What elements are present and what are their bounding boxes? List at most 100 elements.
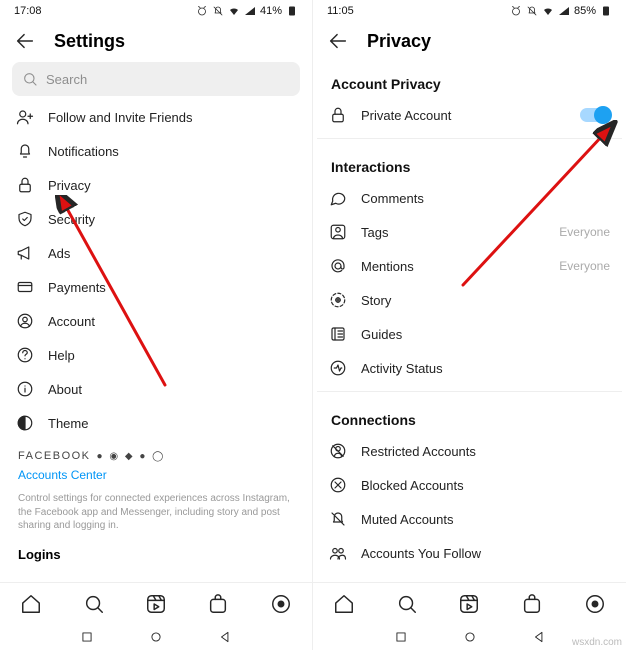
list-label: Privacy [48, 178, 296, 193]
private-account-row[interactable]: Private Account [317, 98, 622, 132]
privacy-item-story[interactable]: Story [317, 283, 622, 317]
settings-item-security[interactable]: Security [4, 202, 308, 236]
list-label: Blocked Accounts [361, 478, 610, 493]
accounts-center-link[interactable]: Accounts Center [4, 464, 308, 486]
divider [317, 391, 622, 392]
privacy-item-guides[interactable]: Guides [317, 317, 622, 351]
settings-item-notifications[interactable]: Notifications [4, 134, 308, 168]
bell-off-icon [526, 5, 538, 17]
settings-item-account[interactable]: Account [4, 304, 308, 338]
activity-icon [329, 359, 347, 377]
home-icon[interactable] [333, 593, 355, 615]
info-icon [16, 380, 34, 398]
list-meta: Everyone [559, 225, 610, 239]
list-label: Activity Status [361, 361, 610, 376]
logins-heading: Logins [4, 541, 308, 564]
system-nav [0, 624, 312, 650]
story-icon [329, 291, 347, 309]
bell-icon [16, 142, 34, 160]
brand-app-icons: ● ◉ ◆ ● ◯ [97, 451, 166, 462]
battery-text: 41% [260, 5, 282, 17]
privacy-list: Account Privacy Private Account Interact… [313, 62, 626, 582]
signal-icon [244, 5, 256, 17]
alarm-icon [510, 5, 522, 17]
list-label: Restricted Accounts [361, 444, 610, 459]
status-bar: 17:08 41% [0, 0, 312, 22]
settings-item-follow-invite[interactable]: Follow and Invite Friends [4, 100, 308, 134]
back-nav-icon[interactable] [532, 630, 546, 644]
restricted-icon [329, 442, 347, 460]
users-icon [329, 544, 347, 562]
back-nav-icon[interactable] [218, 630, 232, 644]
list-label: Mentions [361, 259, 545, 274]
privacy-item-tags[interactable]: Tags Everyone [317, 215, 622, 249]
private-account-toggle[interactable] [580, 108, 610, 122]
card-icon [16, 278, 34, 296]
search-placeholder: Search [46, 72, 87, 87]
privacy-item-blocked[interactable]: Blocked Accounts [317, 468, 622, 502]
bottom-nav [313, 582, 626, 624]
search-nav-icon[interactable] [83, 593, 105, 615]
profile-icon[interactable] [584, 593, 606, 615]
battery-text: 85% [574, 5, 596, 17]
privacy-item-following[interactable]: Accounts You Follow [317, 536, 622, 570]
search-input[interactable]: Search [12, 62, 300, 96]
privacy-item-muted[interactable]: Muted Accounts [317, 502, 622, 536]
reels-icon[interactable] [458, 593, 480, 615]
list-label: Story [361, 293, 610, 308]
privacy-item-comments[interactable]: Comments [317, 181, 622, 215]
list-meta: Everyone [559, 259, 610, 273]
shield-icon [16, 210, 34, 228]
app-header: Privacy [313, 22, 626, 62]
settings-item-privacy[interactable]: Privacy [4, 168, 308, 202]
section-connections: Connections [317, 398, 622, 434]
list-label: Ads [48, 246, 296, 261]
settings-list: Follow and Invite Friends Notifications … [0, 100, 312, 582]
privacy-screen: 11:05 85% Privacy Account Privacy Privat… [313, 0, 626, 650]
privacy-item-activity-status[interactable]: Activity Status [317, 351, 622, 385]
search-icon [22, 71, 38, 87]
privacy-item-restricted[interactable]: Restricted Accounts [317, 434, 622, 468]
list-label: Security [48, 212, 296, 227]
lock-icon [329, 106, 347, 124]
settings-item-help[interactable]: Help [4, 338, 308, 372]
accounts-center-description: Control settings for connected experienc… [4, 486, 308, 541]
guides-icon [329, 325, 347, 343]
home-nav-icon[interactable] [463, 630, 477, 644]
settings-item-theme[interactable]: Theme [4, 406, 308, 440]
list-label: Follow and Invite Friends [48, 110, 296, 125]
bottom-nav [0, 582, 312, 624]
home-nav-icon[interactable] [149, 630, 163, 644]
section-account-privacy: Account Privacy [317, 62, 622, 98]
list-label: Guides [361, 327, 610, 342]
user-plus-icon [16, 108, 34, 126]
list-label: About [48, 382, 296, 397]
settings-item-ads[interactable]: Ads [4, 236, 308, 270]
back-icon[interactable] [14, 30, 36, 52]
wifi-icon [542, 5, 554, 17]
search-nav-icon[interactable] [396, 593, 418, 615]
settings-item-about[interactable]: About [4, 372, 308, 406]
app-header: Settings [0, 22, 312, 62]
reels-icon[interactable] [145, 593, 167, 615]
blocked-icon [329, 476, 347, 494]
list-label: Help [48, 348, 296, 363]
privacy-item-mentions[interactable]: Mentions Everyone [317, 249, 622, 283]
watermark: wsxdn.com [572, 637, 622, 648]
battery-icon [600, 5, 612, 17]
profile-icon[interactable] [270, 593, 292, 615]
list-label: Comments [361, 191, 596, 206]
status-bar: 11:05 85% [313, 0, 626, 22]
settings-item-payments[interactable]: Payments [4, 270, 308, 304]
user-circle-icon [16, 312, 34, 330]
shop-icon[interactable] [207, 593, 229, 615]
home-icon[interactable] [20, 593, 42, 615]
signal-icon [558, 5, 570, 17]
recent-apps-icon[interactable] [80, 630, 94, 644]
settings-screen: 17:08 41% Settings Search Follow and Inv… [0, 0, 313, 650]
recent-apps-icon[interactable] [394, 630, 408, 644]
shop-icon[interactable] [521, 593, 543, 615]
bell-off-icon [212, 5, 224, 17]
back-icon[interactable] [327, 30, 349, 52]
list-label: Payments [48, 280, 296, 295]
